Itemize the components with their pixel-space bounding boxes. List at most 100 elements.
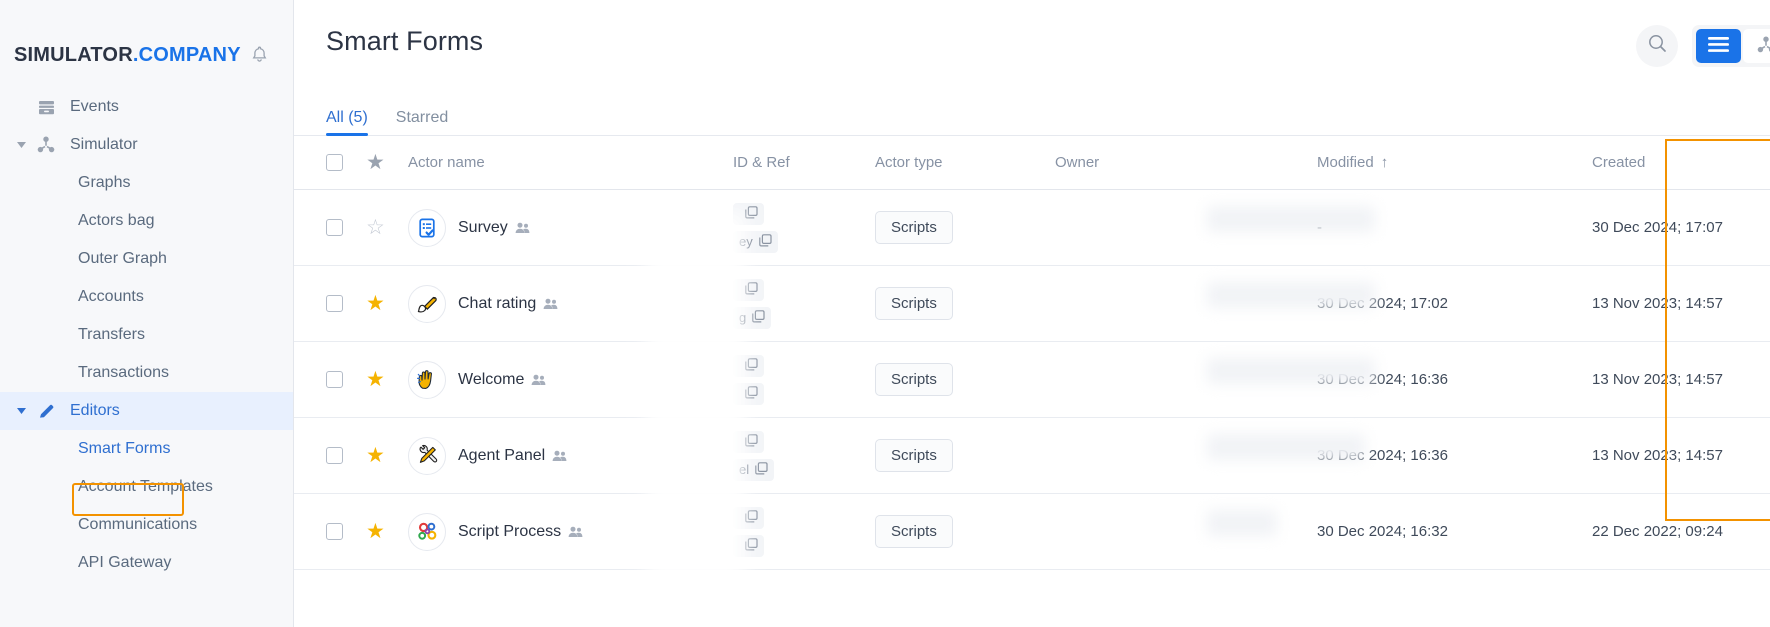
select-all-cell (326, 154, 366, 171)
sidebar-item-smart-forms[interactable]: Smart Forms (0, 430, 293, 468)
sidebar-item-events[interactable]: Events (0, 88, 293, 126)
table-row[interactable]: ☆ Survey ey Scripts - 30 Dec 2024; 17:07 (294, 190, 1770, 266)
sidebar-item-outer-graph[interactable]: Outer Graph (0, 240, 293, 278)
copy-icon[interactable] (758, 233, 772, 250)
star-column-header[interactable]: ★ (366, 152, 408, 173)
sidebar-item-transfers[interactable]: Transfers (0, 316, 293, 354)
id-chip[interactable] (733, 354, 764, 377)
copy-icon[interactable] (745, 433, 758, 450)
star-filled-icon[interactable]: ★ (366, 445, 385, 466)
ref-chip[interactable]: el (733, 458, 775, 481)
star-filled-icon[interactable]: ★ (366, 369, 385, 390)
copy-icon[interactable] (745, 509, 758, 526)
sidebar-item-graphs[interactable]: Graphs (0, 164, 293, 202)
table-row[interactable]: ★ Chat rating g Scripts 30 Dec 2024; 17:02 13… (294, 266, 1770, 342)
waving-hand-icon (408, 360, 446, 399)
copy-icon[interactable] (745, 357, 758, 374)
created-date: 22 Dec 2022; 09:24 (1592, 522, 1723, 540)
sidebar-item-actors-bag[interactable]: Actors bag (0, 202, 293, 240)
column-header-actor-type[interactable]: Actor type (875, 154, 1055, 171)
ref-chip[interactable] (733, 534, 764, 557)
copy-icon[interactable] (745, 385, 758, 402)
ref-chip[interactable] (733, 382, 764, 405)
ref-chip[interactable]: g (733, 306, 772, 329)
filter-tabs: All (5) Starred (294, 92, 1770, 136)
app-root: SIMULATOR.COMPANY Events Simulator Graph… (0, 0, 1770, 627)
row-select-cell (326, 219, 366, 236)
table-row[interactable]: ★ Script Process Scripts 30 Dec 2024; 16:32… (294, 494, 1770, 570)
row-star-cell: ★ (366, 445, 408, 466)
actor-name-label[interactable]: Chat rating (458, 295, 536, 313)
sidebar-item-communications[interactable]: Communications (0, 506, 293, 544)
copy-icon[interactable] (755, 461, 768, 478)
table-row[interactable]: ★ Agent Panel el Scripts 30 Dec 2024; 16:36 1… (294, 418, 1770, 494)
star-filled-icon[interactable]: ★ (366, 521, 385, 542)
shared-users-icon (515, 222, 530, 234)
row-checkbox[interactable] (326, 371, 343, 388)
column-header-created[interactable]: Created (1592, 154, 1770, 171)
star-outline-icon[interactable]: ☆ (366, 217, 385, 238)
sidebar-item-label: Accounts (78, 288, 144, 305)
table-body: ☆ Survey ey Scripts - 30 Dec 2024; 17:07 ★ Chat… (294, 190, 1770, 570)
sidebar-item-editors[interactable]: Editors (0, 392, 293, 430)
shared-users-icon (552, 450, 567, 462)
column-header-id-ref[interactable]: ID & Ref (733, 154, 875, 171)
star-filled-icon[interactable]: ★ (366, 293, 385, 314)
sidebar-item-account-templates[interactable]: Account Templates (0, 468, 293, 506)
row-checkbox[interactable] (326, 219, 343, 236)
row-modified-cell: 30 Dec 2024; 16:32 (1317, 523, 1592, 541)
sidebar-item-label: Transactions (78, 364, 169, 381)
sidebar-item-simulator[interactable]: Simulator (0, 126, 293, 164)
table-row[interactable]: ★ Welcome Scripts 30 Dec 2024; 16:36 13 Nov … (294, 342, 1770, 418)
actor-type-badge[interactable]: Scripts (875, 211, 953, 244)
sidebar-item-transactions[interactable]: Transactions (0, 354, 293, 392)
id-chip[interactable] (733, 506, 764, 529)
id-chip[interactable] (733, 430, 764, 453)
pencil-icon (34, 399, 58, 423)
tab-starred[interactable]: Starred (396, 110, 448, 135)
sidebar-nav: Events Simulator Graphs Actors bag Outer… (0, 78, 293, 582)
row-checkbox[interactable] (326, 523, 343, 540)
copy-icon[interactable] (745, 205, 758, 222)
id-chip[interactable] (733, 278, 764, 301)
search-button[interactable] (1636, 25, 1678, 67)
tab-list-view[interactable] (1696, 29, 1741, 63)
actor-name-label[interactable]: Script Process (458, 523, 561, 541)
created-date: 13 Nov 2023; 14:57 (1592, 446, 1723, 464)
bell-icon[interactable] (251, 45, 269, 65)
tab-graph-view[interactable] (1743, 29, 1770, 63)
actor-type-badge[interactable]: Scripts (875, 287, 953, 320)
ref-chip[interactable]: ey (733, 230, 778, 253)
row-created-cell: 13 Nov 2023; 14:57 (1592, 371, 1770, 389)
chevron-down-icon[interactable] (14, 138, 28, 152)
actor-name-label[interactable]: Welcome (458, 371, 524, 389)
column-header-modified[interactable]: Modified ↑ (1317, 154, 1592, 171)
row-checkbox[interactable] (326, 447, 343, 464)
actor-type-badge[interactable]: Scripts (875, 439, 953, 472)
row-star-cell: ★ (366, 521, 408, 542)
star-icon: ★ (366, 151, 385, 174)
tab-all[interactable]: All (5) (326, 110, 368, 136)
created-date: 30 Dec 2024; 17:07 (1592, 218, 1723, 236)
copy-icon[interactable] (745, 281, 758, 298)
column-header-actor-name[interactable]: Actor name (408, 154, 733, 171)
row-checkbox[interactable] (326, 295, 343, 312)
created-date: 13 Nov 2023; 14:57 (1592, 370, 1723, 388)
select-all-checkbox[interactable] (326, 154, 343, 171)
sidebar-item-api-gateway[interactable]: API Gateway (0, 544, 293, 582)
sidebar-item-accounts[interactable]: Accounts (0, 278, 293, 316)
modified-date: 30 Dec 2024; 16:32 (1317, 522, 1448, 540)
sort-ascending-icon[interactable]: ↑ (1381, 154, 1389, 171)
row-name-cell: Welcome (408, 360, 733, 399)
column-header-owner[interactable]: Owner (1055, 154, 1317, 171)
actor-type-badge[interactable]: Scripts (875, 515, 953, 548)
copy-icon[interactable] (745, 537, 758, 554)
actor-type-badge[interactable]: Scripts (875, 363, 953, 396)
id-chip[interactable] (733, 202, 764, 225)
copy-icon[interactable] (752, 309, 765, 326)
actor-name-label[interactable]: Survey (458, 219, 508, 237)
row-select-cell (326, 523, 366, 540)
chevron-down-icon[interactable] (14, 404, 28, 418)
actor-name-label[interactable]: Agent Panel (458, 447, 545, 465)
sidebar-item-label: Transfers (78, 326, 145, 343)
